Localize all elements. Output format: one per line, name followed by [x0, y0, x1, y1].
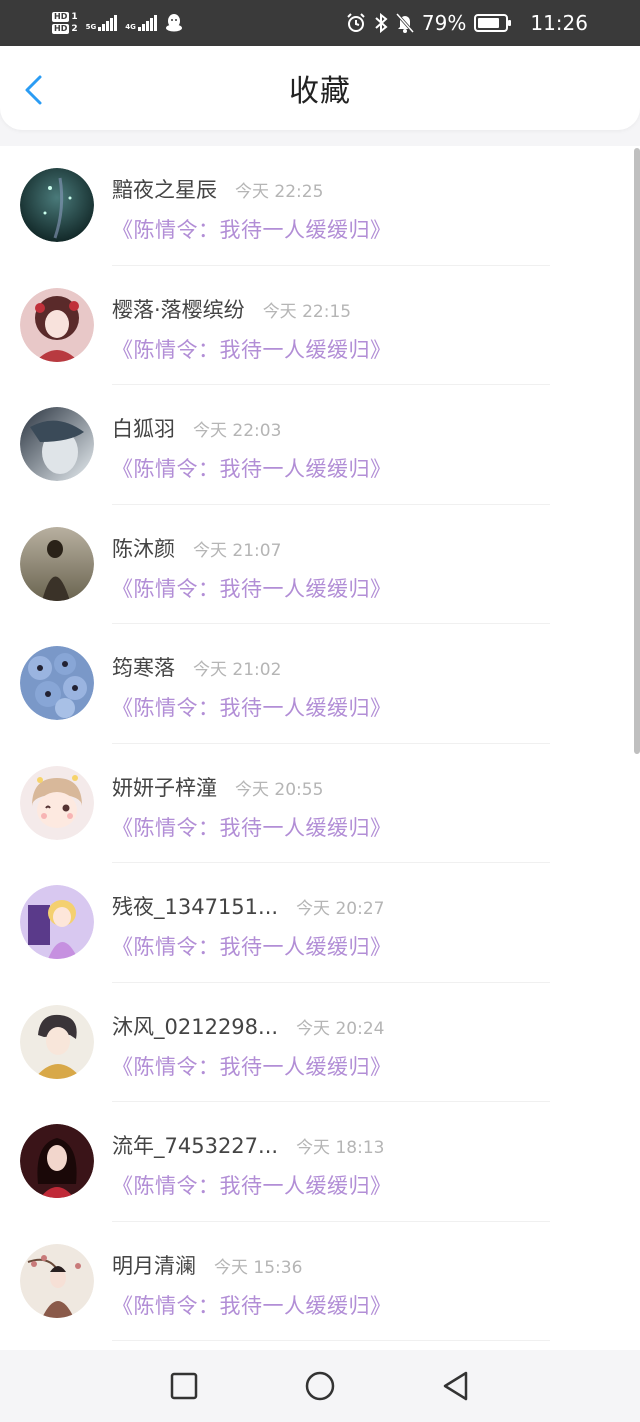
work-link[interactable]: 《陈情令：我待一人缓缓归》	[112, 1290, 392, 1320]
work-link[interactable]: 《陈情令：我待一人缓缓归》	[112, 1051, 392, 1081]
signal-5g: 5G	[86, 15, 118, 31]
signal-4g: 4G	[125, 15, 157, 31]
list-item[interactable]: 残夜_1347151... 今天 20:27 《陈情令：我待一人缓缓归》	[0, 863, 640, 983]
item-text: 筠寒落 今天 21:02 《陈情令：我待一人缓缓归》	[112, 652, 392, 722]
username[interactable]: 樱落·落樱缤纷	[112, 294, 245, 324]
timestamp: 今天 22:15	[262, 301, 352, 322]
signal-bars-icon	[98, 15, 118, 31]
square-icon	[170, 1372, 198, 1400]
qq-icon	[165, 14, 182, 32]
username[interactable]: 筠寒落	[112, 652, 175, 682]
timestamp: 今天 20:55	[235, 779, 324, 800]
avatar[interactable]	[20, 526, 94, 601]
battery-percent: 79%	[421, 11, 467, 35]
list-item[interactable]: 沐风_0212298... 今天 20:24 《陈情令：我待一人缓缓归》	[0, 983, 640, 1103]
avatar[interactable]	[20, 765, 94, 840]
avatar[interactable]	[20, 168, 94, 242]
list-item[interactable]: 明月清澜 今天 15:36 《陈情令：我待一人缓缓归》	[0, 1222, 640, 1342]
avatar[interactable]	[20, 1124, 94, 1198]
avatar[interactable]	[20, 885, 94, 959]
item-text: 残夜_1347151... 今天 20:27 《陈情令：我待一人缓缓归》	[112, 891, 392, 961]
scrollbar[interactable]	[634, 148, 640, 754]
username[interactable]: 白狐羽	[112, 413, 175, 443]
list-item[interactable]: 妍妍子梓潼 今天 20:55 《陈情令：我待一人缓缓归》	[0, 744, 640, 864]
item-text: 妍妍子梓潼 今天 20:55 《陈情令：我待一人缓缓归》	[112, 772, 392, 842]
item-text: 黯夜之星辰 今天 22:25 《陈情令：我待一人缓缓归》	[112, 174, 392, 244]
work-link[interactable]: 《陈情令：我待一人缓缓归》	[112, 931, 392, 961]
item-text: 陈沐颜 今天 21:07 《陈情令：我待一人缓缓归》	[112, 533, 392, 603]
battery-fill	[478, 18, 499, 28]
item-text: 明月清澜 今天 15:36 《陈情令：我待一人缓缓归》	[112, 1250, 392, 1320]
status-bar: HD 1 HD 2 5G 4G 79% 11:26	[0, 0, 640, 46]
work-link[interactable]: 《陈情令：我待一人缓缓归》	[112, 214, 392, 244]
timestamp: 今天 18:13	[296, 1138, 385, 1158]
recent-apps-button[interactable]	[164, 1366, 204, 1406]
work-link[interactable]: 《陈情令：我待一人缓缓归》	[112, 453, 392, 483]
circle-icon	[305, 1371, 335, 1401]
timestamp: 今天 22:25	[235, 182, 324, 202]
header: 收藏	[0, 46, 640, 130]
status-right: 79% 11:26	[346, 11, 588, 35]
avatar[interactable]	[20, 1004, 94, 1079]
item-text: 樱落·落樱缤纷 今天 22:15 《陈情令：我待一人缓缓归》	[112, 294, 392, 364]
work-link[interactable]: 《陈情令：我待一人缓缓归》	[112, 573, 392, 603]
username[interactable]: 残夜_1347151...	[112, 891, 278, 921]
timestamp: 今天 21:07	[193, 540, 282, 561]
work-link[interactable]: 《陈情令：我待一人缓缓归》	[112, 334, 392, 364]
username[interactable]: 黯夜之星辰	[112, 174, 217, 204]
navigation-bar	[0, 1350, 640, 1422]
clock: 11:26	[530, 11, 588, 35]
list-item[interactable]: 白狐羽 今天 22:03 《陈情令：我待一人缓缓归》	[0, 385, 640, 505]
mute-bell-icon	[395, 13, 414, 33]
avatar[interactable]	[20, 646, 94, 720]
back-button[interactable]	[22, 74, 46, 106]
battery-icon	[474, 14, 512, 32]
timestamp: 今天 20:24	[296, 1018, 385, 1039]
work-link[interactable]: 《陈情令：我待一人缓缓归》	[112, 812, 392, 842]
list-item[interactable]: 陈沐颜 今天 21:07 《陈情令：我待一人缓缓归》	[0, 505, 640, 625]
status-left: HD 1 HD 2 5G 4G	[52, 12, 183, 34]
list-item[interactable]: 樱落·落樱缤纷 今天 22:15 《陈情令：我待一人缓缓归》	[0, 266, 640, 386]
item-text: 沐风_0212298... 今天 20:24 《陈情令：我待一人缓缓归》	[112, 1011, 392, 1081]
timestamp: 今天 22:03	[193, 421, 282, 441]
timestamp: 今天 15:36	[214, 1257, 303, 1278]
signal-bars-icon	[137, 15, 157, 31]
avatar[interactable]	[20, 407, 94, 481]
username[interactable]: 流年_7453227...	[112, 1130, 278, 1160]
work-link[interactable]: 《陈情令：我待一人缓缓归》	[112, 1170, 392, 1200]
nav-back-button[interactable]	[436, 1366, 476, 1406]
hd1-badge: HD	[52, 12, 70, 22]
work-link[interactable]: 《陈情令：我待一人缓缓归》	[112, 692, 392, 722]
list-item[interactable]: 流年_7453227... 今天 18:13 《陈情令：我待一人缓缓归》	[0, 1102, 640, 1222]
hd-indicators: HD 1 HD 2	[52, 12, 78, 34]
list-item[interactable]: 黯夜之星辰 今天 22:25 《陈情令：我待一人缓缓归》	[0, 146, 640, 266]
username[interactable]: 沐风_0212298...	[112, 1011, 278, 1041]
username[interactable]: 妍妍子梓潼	[112, 772, 217, 802]
hd1-num: 1	[71, 12, 78, 22]
username[interactable]: 陈沐颜	[112, 533, 175, 563]
net1-label: 5G	[85, 23, 97, 31]
chevron-left-icon	[25, 75, 42, 105]
bluetooth-icon	[375, 13, 388, 33]
list-item[interactable]: 筠寒落 今天 21:02 《陈情令：我待一人缓缓归》	[0, 624, 640, 744]
hd2-badge: HD	[52, 24, 70, 34]
net2-label: 4G	[125, 23, 136, 31]
username[interactable]: 明月清澜	[112, 1250, 196, 1280]
item-text: 流年_7453227... 今天 18:13 《陈情令：我待一人缓缓归》	[112, 1130, 392, 1200]
timestamp: 今天 21:02	[193, 660, 282, 680]
item-text: 白狐羽 今天 22:03 《陈情令：我待一人缓缓归》	[112, 413, 392, 483]
avatar[interactable]	[20, 287, 94, 362]
favorites-list: 黯夜之星辰 今天 22:25 《陈情令：我待一人缓缓归》 樱落·落樱缤纷 今天 …	[0, 146, 640, 1350]
avatar[interactable]	[20, 1243, 94, 1318]
hd2-num: 2	[71, 24, 78, 34]
page-title: 收藏	[289, 74, 351, 109]
triangle-back-icon	[443, 1371, 468, 1401]
timestamp: 今天 20:27	[296, 899, 385, 919]
alarm-icon	[347, 13, 365, 32]
home-button[interactable]	[300, 1366, 340, 1406]
